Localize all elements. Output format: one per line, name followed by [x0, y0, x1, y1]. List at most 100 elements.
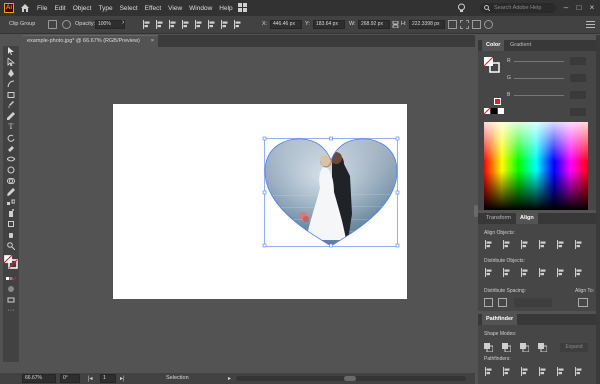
clip-group-heart-photo[interactable] [262, 136, 400, 248]
align-to-selection-icon[interactable] [578, 298, 588, 307]
minus-front-icon[interactable] [502, 343, 511, 352]
divide-icon[interactable] [484, 367, 493, 376]
transform-icon[interactable] [448, 20, 457, 29]
isolate-icon[interactable] [460, 20, 469, 29]
y-field[interactable]: 183.64 px [313, 20, 345, 29]
cb-align-top-icon[interactable] [181, 20, 190, 29]
x-field[interactable]: 446.46 px [270, 20, 302, 29]
tab-pathfinder[interactable]: Pathfinder [482, 314, 518, 325]
opacity-field[interactable]: 100% [95, 20, 125, 29]
g-slider[interactable] [514, 78, 564, 79]
horizontal-scrollbar[interactable] [236, 376, 466, 381]
none-black-white-swatches[interactable] [484, 108, 504, 115]
shape-builder-icon[interactable] [3, 176, 19, 187]
cb-align-hcenter-icon[interactable] [155, 20, 164, 29]
minus-back-icon[interactable] [574, 367, 583, 376]
r-slider[interactable] [514, 61, 564, 62]
link-icon[interactable] [392, 21, 399, 28]
align-left-icon[interactable] [484, 240, 493, 249]
dist-bottom-icon[interactable] [520, 268, 529, 277]
menu-object[interactable]: Object [73, 5, 92, 12]
eyedropper-icon[interactable] [3, 186, 19, 197]
symbol-sprayer-icon[interactable] [3, 208, 19, 219]
align-bottom-icon[interactable] [574, 240, 583, 249]
curvature-icon[interactable] [3, 78, 19, 89]
draw-mode-icon[interactable] [3, 284, 19, 295]
dist-left-icon[interactable] [538, 268, 547, 277]
r-value-field[interactable] [570, 57, 586, 65]
last-artboard-icon[interactable]: ▸| [120, 375, 125, 382]
intersect-icon[interactable] [520, 343, 529, 352]
width-icon[interactable] [3, 154, 19, 165]
first-artboard-icon[interactable]: |◂ [88, 375, 93, 382]
rotation-field[interactable]: 0° [60, 374, 80, 383]
fill-stroke-swatch[interactable] [3, 251, 19, 273]
cb-align-left-icon[interactable] [142, 20, 151, 29]
status-arrow-icon[interactable]: ▸ [228, 375, 231, 382]
chevron-right-icon[interactable]: › [122, 19, 124, 26]
edit-contents-icon[interactable] [472, 20, 481, 29]
b-value-field[interactable] [570, 91, 586, 99]
w-field[interactable]: 268.92 px [358, 20, 390, 29]
scroll-thumb[interactable] [344, 376, 356, 381]
rectangle-icon[interactable] [3, 89, 19, 100]
dist-vertical-space-icon[interactable] [484, 298, 493, 307]
cb-align-bottom-icon[interactable] [207, 20, 216, 29]
color-mode-icons[interactable] [3, 273, 19, 284]
hex-field[interactable] [570, 108, 586, 116]
out-of-gamut-swatch[interactable] [494, 98, 501, 105]
stroke-icon[interactable] [48, 20, 57, 29]
tab-color[interactable]: Color [482, 40, 505, 51]
cb-align-right-icon[interactable] [168, 20, 177, 29]
eraser-icon[interactable] [3, 143, 19, 154]
dist-vcenter-icon[interactable] [502, 268, 511, 277]
artboard-icon[interactable] [3, 219, 19, 230]
more-tools-icon[interactable]: ··· [3, 306, 19, 317]
dist-right-icon[interactable] [574, 268, 583, 277]
dist-hcenter-icon[interactable] [556, 268, 565, 277]
direct-selection-icon[interactable] [3, 57, 19, 68]
blend-icon[interactable] [3, 197, 19, 208]
merge-icon[interactable] [520, 367, 529, 376]
menu-window[interactable]: Window [189, 5, 212, 12]
paintbrush-icon[interactable] [3, 100, 19, 111]
fill-stroke-proxy[interactable] [484, 57, 500, 73]
tab-align[interactable]: Align [516, 213, 538, 224]
align-hcenter-icon[interactable] [502, 240, 511, 249]
dist-horizontal-space-icon[interactable] [498, 298, 507, 307]
menu-effect[interactable]: Effect [145, 5, 162, 12]
document-tab[interactable]: example-photo.jpg* @ 66.67% (RGB/Preview… [23, 35, 158, 47]
close-window-button[interactable]: × [586, 2, 598, 14]
zoom-field[interactable]: 66.67% [22, 374, 56, 383]
selection-tool-icon[interactable] [3, 46, 19, 57]
expand-button[interactable]: Expand [560, 343, 588, 352]
cb-more-align-icon[interactable] [233, 20, 242, 29]
menu-type[interactable]: Type [98, 5, 112, 12]
menu-help[interactable]: Help [219, 5, 232, 12]
rotate-icon[interactable] [3, 132, 19, 143]
trim-icon[interactable] [502, 367, 511, 376]
maximize-button[interactable]: □ [573, 2, 585, 14]
align-top-icon[interactable] [538, 240, 547, 249]
pen-icon[interactable] [3, 68, 19, 79]
search-input[interactable]: Search Adobe Help [480, 3, 556, 13]
home-icon[interactable] [20, 3, 30, 13]
spacing-field[interactable] [514, 298, 552, 307]
exclude-icon[interactable] [538, 343, 547, 352]
outline-icon[interactable] [556, 367, 565, 376]
g-value-field[interactable] [570, 74, 586, 82]
lightbulb-icon[interactable] [457, 3, 466, 13]
type-icon[interactable]: T [3, 122, 19, 133]
align-right-icon[interactable] [520, 240, 529, 249]
screen-mode-icon[interactable] [3, 295, 19, 306]
align-vcenter-icon[interactable] [556, 240, 565, 249]
hand-icon[interactable] [3, 230, 19, 241]
pencil-icon[interactable] [3, 111, 19, 122]
tab-gradient[interactable]: Gradient [506, 40, 535, 51]
unite-icon[interactable] [484, 343, 493, 352]
recolor-icon[interactable] [62, 20, 71, 29]
h-field[interactable]: 222.3398 px [409, 20, 445, 29]
panel-collapse-strip[interactable] [596, 35, 600, 384]
menu-view[interactable]: View [168, 5, 182, 12]
cb-dist-icon[interactable] [220, 20, 229, 29]
